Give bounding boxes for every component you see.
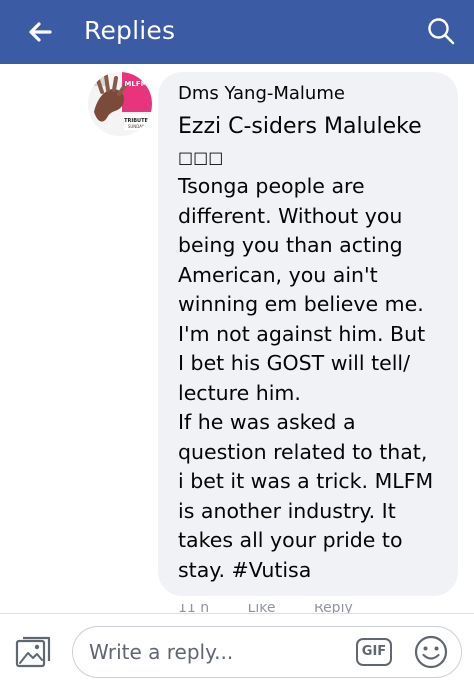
comment-line: Tsonga people are — [178, 174, 365, 198]
comment-line: If he was asked a — [178, 410, 356, 434]
comment-line: is another industry. It — [178, 498, 396, 523]
comment-line: being you than acting — [178, 233, 403, 257]
reply-composer: Write a reply... GIF — [0, 614, 474, 688]
mentioned-user[interactable]: Ezzi C-siders Maluleke — [178, 112, 422, 142]
comment-author[interactable]: Dms Yang-Malume — [178, 82, 345, 106]
top-bar: Replies — [0, 0, 474, 64]
comment-line: i bet it was a trick. MLFM — [178, 469, 434, 493]
page-title: Replies — [84, 16, 176, 45]
emoji-placeholder-row: □□□ — [178, 148, 224, 167]
search-icon[interactable] — [426, 16, 456, 46]
reply-input[interactable]: Write a reply... GIF — [72, 626, 462, 678]
comment-line: I bet his GOST will tell/ — [178, 351, 411, 375]
comment-text: Tsonga people are different. Without you… — [178, 172, 454, 585]
comment-line: different. Without you — [178, 203, 403, 228]
comment-line: American, you ain't — [178, 262, 378, 287]
comment-line: question related to that, — [178, 439, 428, 464]
comment-line: takes all your pride to — [178, 528, 403, 552]
comment-bubble: Dms Yang-Malume Ezzi C-siders Maluleke □… — [158, 72, 458, 596]
image-icon[interactable] — [14, 634, 54, 670]
comment-line: stay. #Vutisa — [178, 557, 312, 582]
avatar[interactable]: MLFM TRIBUTE SUNDAY — [88, 72, 152, 136]
comment-line: I'm not against him. But — [178, 321, 426, 346]
comment-line: lecture him. — [178, 380, 301, 405]
smiley-icon[interactable] — [413, 634, 449, 670]
reply-placeholder: Write a reply... — [89, 640, 234, 664]
avatar-text-1: MLFM — [124, 80, 147, 88]
arrow-left-icon[interactable] — [26, 18, 54, 46]
gif-button[interactable]: GIF — [356, 638, 392, 666]
comment-line: winning em believe me. — [178, 292, 424, 316]
avatar-text-3: SUNDAY — [128, 124, 145, 129]
profile-picture: MLFM TRIBUTE SUNDAY — [88, 72, 152, 136]
